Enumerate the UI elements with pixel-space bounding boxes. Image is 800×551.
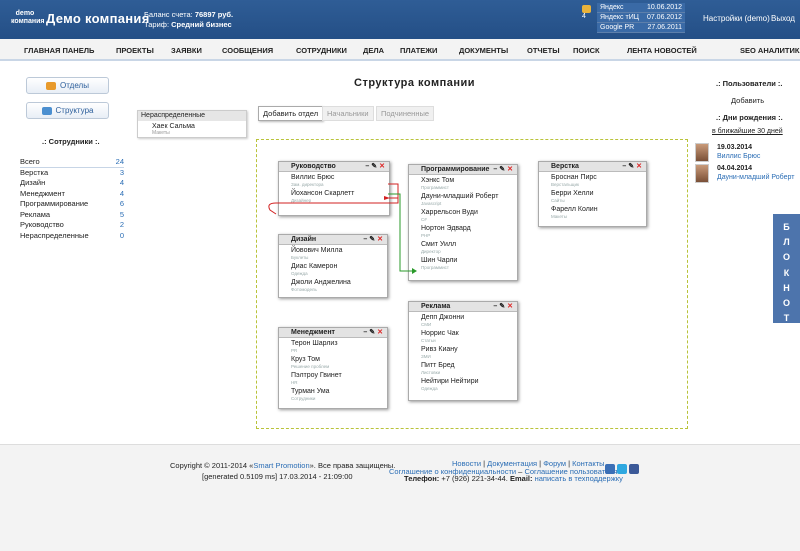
birthday-date: 04.04.2014 xyxy=(717,165,753,172)
users-title: .: Пользователи :. xyxy=(716,79,783,88)
copyright-suffix: ». Все права защищены. xyxy=(309,461,396,470)
facebook-icon[interactable] xyxy=(629,464,639,474)
avatar[interactable] xyxy=(695,143,709,162)
add-user-link[interactable]: Добавить xyxy=(731,96,764,105)
generated-info: [generated 0.5109 ms] 17.03.2014 - 21:09… xyxy=(202,472,353,481)
notepad-label: БЛОКНОТ xyxy=(782,222,790,324)
email-label: Email: xyxy=(510,474,533,483)
footer-contact: Телефон: +7 (926) 221-34-44. Email: напи… xyxy=(404,474,623,483)
footer xyxy=(0,444,800,551)
birthday-date: 19.03.2014 xyxy=(717,144,753,151)
copyright-prefix: Copyright © 2011-2014 « xyxy=(170,461,254,470)
birthday-name[interactable]: Дауни-младший Роберт xyxy=(717,174,794,181)
birthdays-period-link[interactable]: в ближайшие 30 дней xyxy=(712,128,783,135)
arrow-head-green xyxy=(412,268,417,274)
birthday-item[interactable]: 04.04.2014 Дауни-младший Роберт xyxy=(695,164,800,184)
birthday-name[interactable]: Виллис Брюс xyxy=(717,153,760,160)
notepad-tab[interactable]: БЛОКНОТ xyxy=(773,214,800,323)
avatar[interactable] xyxy=(695,164,709,183)
support-email-link[interactable]: написать в техподдержку xyxy=(535,474,623,483)
twitter-icon[interactable] xyxy=(617,464,627,474)
copyright-link[interactable]: Smart Promotion xyxy=(253,461,309,470)
copyright: Copyright © 2011-2014 «Smart Promotion».… xyxy=(170,461,395,470)
birthdays-title: .: Дни рождения :. xyxy=(716,113,783,122)
subordinate-arrow-red xyxy=(268,183,399,215)
subordinate-link-red xyxy=(389,184,399,199)
phone-value: +7 (926) 221-34-44. xyxy=(441,474,508,483)
vk-icon[interactable] xyxy=(605,464,615,474)
subordinate-arrow-green xyxy=(388,193,414,272)
birthday-item[interactable]: 19.03.2014 Виллис Брюс xyxy=(695,143,800,163)
phone-label: Телефон: xyxy=(404,474,440,483)
